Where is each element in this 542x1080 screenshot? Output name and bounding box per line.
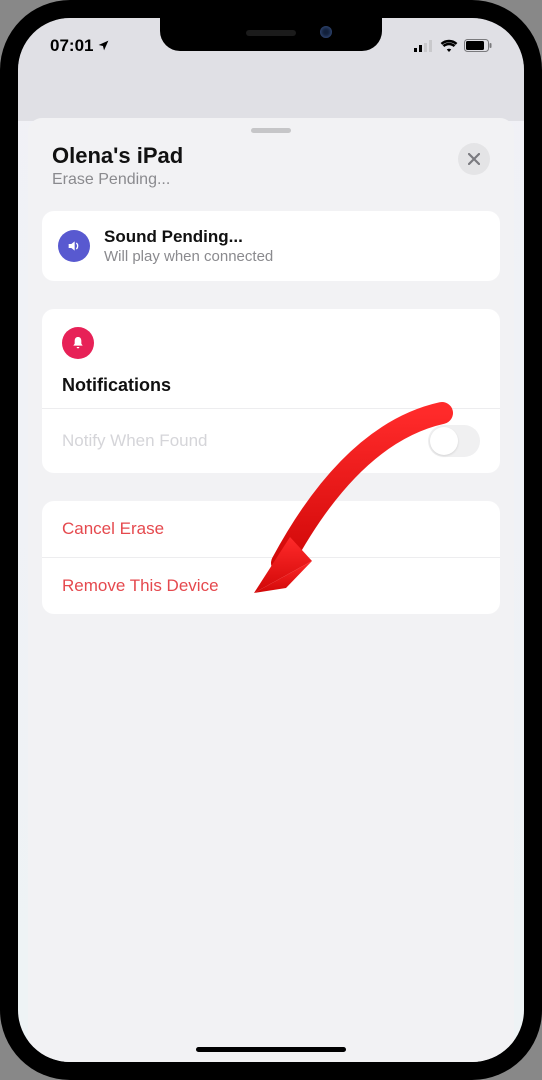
- notifications-card: Notifications Notify When Found: [42, 309, 500, 473]
- volume-down-button: [0, 306, 2, 368]
- front-camera: [320, 26, 332, 38]
- screen: 07:01: [18, 18, 524, 1062]
- notify-when-found-label: Notify When Found: [62, 431, 208, 451]
- device-subtitle: Erase Pending...: [52, 171, 183, 189]
- remove-device-button[interactable]: Remove This Device: [42, 557, 500, 614]
- location-icon: [97, 39, 110, 52]
- notify-when-found-toggle[interactable]: [428, 425, 480, 457]
- sound-text-block: Sound Pending... Will play when connecte…: [104, 227, 273, 265]
- sound-card[interactable]: Sound Pending... Will play when connecte…: [42, 211, 500, 281]
- status-right: [414, 39, 492, 52]
- status-left: 07:01: [50, 36, 110, 56]
- close-button[interactable]: [458, 143, 490, 175]
- battery-icon: [464, 39, 492, 52]
- sound-title: Sound Pending...: [104, 227, 273, 247]
- iphone-frame: 07:01: [0, 0, 542, 1080]
- cancel-erase-button[interactable]: Cancel Erase: [42, 501, 500, 557]
- speaker-icon: [58, 230, 90, 262]
- sheet-grabber[interactable]: [251, 128, 291, 133]
- cellular-icon: [414, 40, 434, 52]
- notch: [160, 18, 382, 51]
- speaker-grill: [246, 30, 296, 36]
- actions-card: Cancel Erase Remove This Device: [42, 501, 500, 614]
- notifications-heading: Notifications: [62, 375, 480, 396]
- device-title: Olena's iPad: [52, 143, 183, 169]
- wifi-icon: [440, 39, 458, 52]
- volume-up-button: [0, 228, 2, 290]
- bell-icon: [62, 327, 94, 359]
- status-time: 07:01: [50, 36, 93, 56]
- home-indicator[interactable]: [196, 1047, 346, 1052]
- sheet-header: Olena's iPad Erase Pending...: [28, 139, 514, 211]
- device-sheet: Olena's iPad Erase Pending... Sound Pend…: [28, 118, 514, 1062]
- close-icon: [468, 153, 480, 165]
- notify-when-found-row: Notify When Found: [62, 409, 480, 473]
- sound-subtitle: Will play when connected: [104, 248, 273, 265]
- background-dim: [18, 73, 524, 121]
- device-title-block: Olena's iPad Erase Pending...: [52, 143, 183, 189]
- silence-switch: [0, 160, 2, 194]
